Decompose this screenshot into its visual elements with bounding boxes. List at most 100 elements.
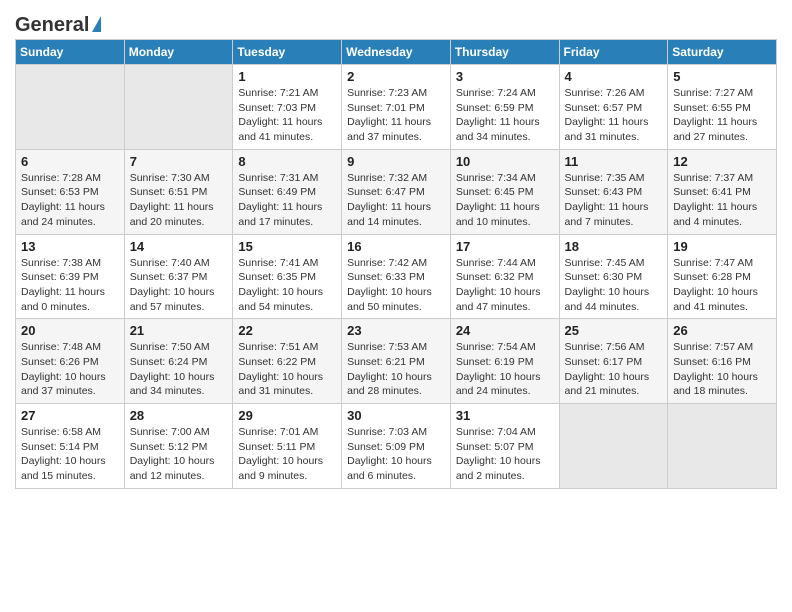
calendar-cell: 8 Sunrise: 7:31 AMSunset: 6:49 PMDaylight…	[233, 149, 342, 234]
calendar-cell: 2Sunrise: 7:23 AMSunset: 7:01 PMDaylight…	[342, 65, 451, 150]
day-number: 7	[130, 154, 228, 169]
calendar-header-row: SundayMondayTuesdayWednesdayThursdayFrid…	[16, 40, 777, 65]
day-info: Sunrise: 7:37 AMSunset: 6:41 PMDaylight:…	[673, 171, 771, 230]
calendar-cell: 16 Sunrise: 7:42 AMSunset: 6:33 PMDayligh…	[342, 234, 451, 319]
day-number: 28	[130, 408, 228, 423]
calendar-week-row: 27 Sunrise: 6:58 AMSunset: 5:14 PMDayligh…	[16, 404, 777, 489]
calendar-cell: 25Sunrise: 7:56 AMSunset: 6:17 PMDayligh…	[559, 319, 668, 404]
day-info: Sunrise: 7:44 AMSunset: 6:32 PMDaylight:…	[456, 256, 554, 315]
day-number: 26	[673, 323, 771, 338]
day-number: 11	[565, 154, 663, 169]
page-header: General	[15, 10, 777, 35]
day-info: Sunrise: 7:42 AMSunset: 6:33 PMDaylight:…	[347, 256, 445, 315]
day-info: Sunrise: 7:38 AMSunset: 6:39 PMDaylight:…	[21, 256, 119, 315]
calendar-cell: 26Sunrise: 7:57 AMSunset: 6:16 PMDayligh…	[668, 319, 777, 404]
weekday-header: Thursday	[450, 40, 559, 65]
calendar-week-row: 13 Sunrise: 7:38 AMSunset: 6:39 PMDayligh…	[16, 234, 777, 319]
calendar-cell: 21 Sunrise: 7:50 AMSunset: 6:24 PMDayligh…	[124, 319, 233, 404]
calendar-week-row: 6 Sunrise: 7:28 AMSunset: 6:53 PMDaylight…	[16, 149, 777, 234]
calendar-cell: 22 Sunrise: 7:51 AMSunset: 6:22 PMDayligh…	[233, 319, 342, 404]
weekday-header: Friday	[559, 40, 668, 65]
calendar-cell: 30 Sunrise: 7:03 AMSunset: 5:09 PMDayligh…	[342, 404, 451, 489]
calendar-cell: 19Sunrise: 7:47 AMSunset: 6:28 PMDayligh…	[668, 234, 777, 319]
logo: General	[15, 14, 101, 35]
day-number: 21	[130, 323, 228, 338]
day-info: Sunrise: 7:48 AMSunset: 6:26 PMDaylight:…	[21, 340, 119, 399]
calendar-table: SundayMondayTuesdayWednesdayThursdayFrid…	[15, 39, 777, 489]
calendar-cell: 20 Sunrise: 7:48 AMSunset: 6:26 PMDayligh…	[16, 319, 125, 404]
calendar-cell: 1 Sunrise: 7:21 AMSunset: 7:03 PMDaylight…	[233, 65, 342, 150]
day-info: Sunrise: 7:53 AMSunset: 6:21 PMDaylight:…	[347, 340, 445, 399]
day-info: Sunrise: 7:30 AMSunset: 6:51 PMDaylight:…	[130, 171, 228, 230]
calendar-week-row: 1 Sunrise: 7:21 AMSunset: 7:03 PMDaylight…	[16, 65, 777, 150]
logo-general-text: General	[15, 14, 89, 37]
calendar-cell	[559, 404, 668, 489]
logo-triangle-icon	[92, 16, 101, 32]
day-info: Sunrise: 7:51 AMSunset: 6:22 PMDaylight:…	[238, 340, 336, 399]
day-info: Sunrise: 7:24 AMSunset: 6:59 PMDaylight:…	[456, 86, 554, 145]
calendar-cell	[668, 404, 777, 489]
calendar-cell: 3Sunrise: 7:24 AMSunset: 6:59 PMDaylight…	[450, 65, 559, 150]
day-number: 5	[673, 69, 771, 84]
calendar-cell: 5 Sunrise: 7:27 AMSunset: 6:55 PMDaylight…	[668, 65, 777, 150]
day-number: 15	[238, 239, 336, 254]
day-number: 1	[238, 69, 336, 84]
calendar-cell	[16, 65, 125, 150]
day-info: Sunrise: 7:03 AMSunset: 5:09 PMDaylight:…	[347, 425, 445, 484]
day-number: 23	[347, 323, 445, 338]
day-number: 16	[347, 239, 445, 254]
calendar-cell: 7 Sunrise: 7:30 AMSunset: 6:51 PMDaylight…	[124, 149, 233, 234]
day-number: 27	[21, 408, 119, 423]
calendar-cell: 15 Sunrise: 7:41 AMSunset: 6:35 PMDayligh…	[233, 234, 342, 319]
day-info: Sunrise: 7:40 AMSunset: 6:37 PMDaylight:…	[130, 256, 228, 315]
calendar-week-row: 20 Sunrise: 7:48 AMSunset: 6:26 PMDayligh…	[16, 319, 777, 404]
day-number: 4	[565, 69, 663, 84]
day-info: Sunrise: 7:41 AMSunset: 6:35 PMDaylight:…	[238, 256, 336, 315]
day-info: Sunrise: 7:54 AMSunset: 6:19 PMDaylight:…	[456, 340, 554, 399]
weekday-header: Saturday	[668, 40, 777, 65]
day-number: 6	[21, 154, 119, 169]
calendar-cell: 4 Sunrise: 7:26 AMSunset: 6:57 PMDaylight…	[559, 65, 668, 150]
day-number: 29	[238, 408, 336, 423]
day-number: 17	[456, 239, 554, 254]
weekday-header: Tuesday	[233, 40, 342, 65]
weekday-header: Sunday	[16, 40, 125, 65]
weekday-header: Wednesday	[342, 40, 451, 65]
day-info: Sunrise: 6:58 AMSunset: 5:14 PMDaylight:…	[21, 425, 119, 484]
day-info: Sunrise: 7:50 AMSunset: 6:24 PMDaylight:…	[130, 340, 228, 399]
day-number: 12	[673, 154, 771, 169]
day-number: 24	[456, 323, 554, 338]
day-info: Sunrise: 7:31 AMSunset: 6:49 PMDaylight:…	[238, 171, 336, 230]
calendar-cell: 17 Sunrise: 7:44 AMSunset: 6:32 PMDayligh…	[450, 234, 559, 319]
day-info: Sunrise: 7:47 AMSunset: 6:28 PMDaylight:…	[673, 256, 771, 315]
day-info: Sunrise: 7:21 AMSunset: 7:03 PMDaylight:…	[238, 86, 336, 145]
day-info: Sunrise: 7:34 AMSunset: 6:45 PMDaylight:…	[456, 171, 554, 230]
day-number: 22	[238, 323, 336, 338]
calendar-cell	[124, 65, 233, 150]
day-number: 13	[21, 239, 119, 254]
day-number: 9	[347, 154, 445, 169]
day-info: Sunrise: 7:35 AMSunset: 6:43 PMDaylight:…	[565, 171, 663, 230]
calendar-cell: 12 Sunrise: 7:37 AMSunset: 6:41 PMDayligh…	[668, 149, 777, 234]
day-number: 18	[565, 239, 663, 254]
calendar-cell: 18 Sunrise: 7:45 AMSunset: 6:30 PMDayligh…	[559, 234, 668, 319]
calendar-cell: 14 Sunrise: 7:40 AMSunset: 6:37 PMDayligh…	[124, 234, 233, 319]
day-number: 14	[130, 239, 228, 254]
weekday-header: Monday	[124, 40, 233, 65]
day-info: Sunrise: 7:28 AMSunset: 6:53 PMDaylight:…	[21, 171, 119, 230]
day-info: Sunrise: 7:32 AMSunset: 6:47 PMDaylight:…	[347, 171, 445, 230]
day-info: Sunrise: 7:27 AMSunset: 6:55 PMDaylight:…	[673, 86, 771, 145]
day-info: Sunrise: 7:26 AMSunset: 6:57 PMDaylight:…	[565, 86, 663, 145]
day-info: Sunrise: 7:45 AMSunset: 6:30 PMDaylight:…	[565, 256, 663, 315]
calendar-cell: 28Sunrise: 7:00 AMSunset: 5:12 PMDayligh…	[124, 404, 233, 489]
calendar-cell: 6 Sunrise: 7:28 AMSunset: 6:53 PMDaylight…	[16, 149, 125, 234]
day-info: Sunrise: 7:56 AMSunset: 6:17 PMDaylight:…	[565, 340, 663, 399]
day-info: Sunrise: 7:01 AMSunset: 5:11 PMDaylight:…	[238, 425, 336, 484]
day-number: 8	[238, 154, 336, 169]
calendar-cell: 29 Sunrise: 7:01 AMSunset: 5:11 PMDayligh…	[233, 404, 342, 489]
calendar-cell: 11 Sunrise: 7:35 AMSunset: 6:43 PMDayligh…	[559, 149, 668, 234]
calendar-cell: 10Sunrise: 7:34 AMSunset: 6:45 PMDayligh…	[450, 149, 559, 234]
day-info: Sunrise: 7:23 AMSunset: 7:01 PMDaylight:…	[347, 86, 445, 145]
day-number: 30	[347, 408, 445, 423]
day-number: 20	[21, 323, 119, 338]
